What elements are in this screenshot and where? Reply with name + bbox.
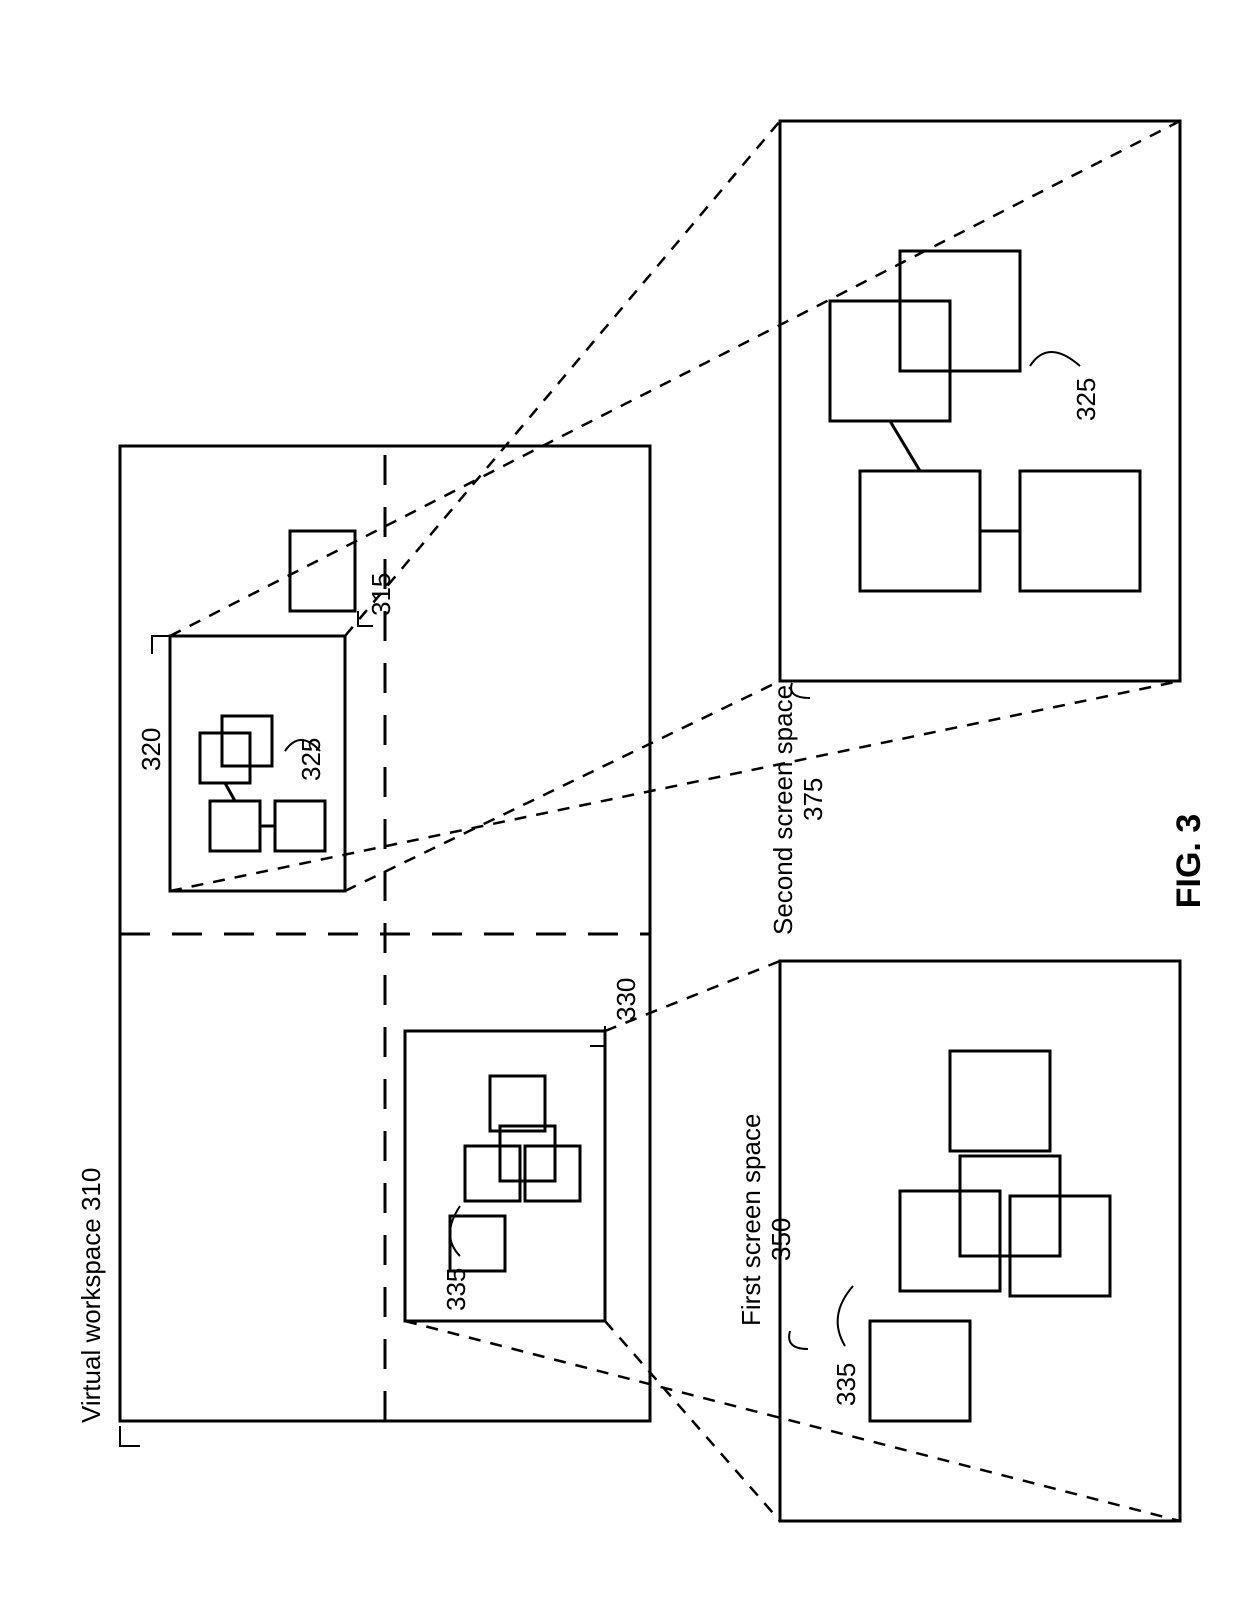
ref-320-lead — [152, 636, 170, 654]
group-335b — [870, 1051, 1110, 1421]
ref-325b: 325 — [1071, 378, 1101, 421]
ref-335a: 335 — [441, 1268, 471, 1311]
second-screen-label: Second screen space — [768, 685, 798, 935]
first-screen-space-box — [780, 961, 1180, 1521]
ref-330: 330 — [611, 978, 641, 1021]
ref-320: 320 — [136, 728, 166, 771]
virtual-workspace-label: Virtual workspace 310 — [76, 1168, 106, 1423]
ref-335b-lead — [838, 1286, 853, 1346]
proj-2-bl — [170, 681, 1180, 891]
ref-335b: 335 — [831, 1363, 861, 1406]
box-315 — [290, 531, 355, 611]
first-screen-label: First screen space — [736, 1114, 766, 1326]
second-screen-space-box — [780, 121, 1180, 681]
ref-325b-lead — [1030, 352, 1080, 366]
second-screen-num: 375 — [798, 778, 828, 821]
group-335a — [450, 1076, 580, 1271]
first-screen-lead — [789, 1331, 808, 1349]
proj-2-tr — [345, 121, 780, 636]
first-screen-num: 350 — [766, 1218, 796, 1261]
proj-2-tl — [345, 681, 780, 891]
proj-2-br — [170, 121, 1180, 636]
figure-label: FIG. 3 — [1170, 814, 1208, 908]
virtual-workspace-lead — [120, 1426, 140, 1446]
group-325a — [200, 716, 325, 851]
ref-330-lead — [590, 1026, 605, 1046]
